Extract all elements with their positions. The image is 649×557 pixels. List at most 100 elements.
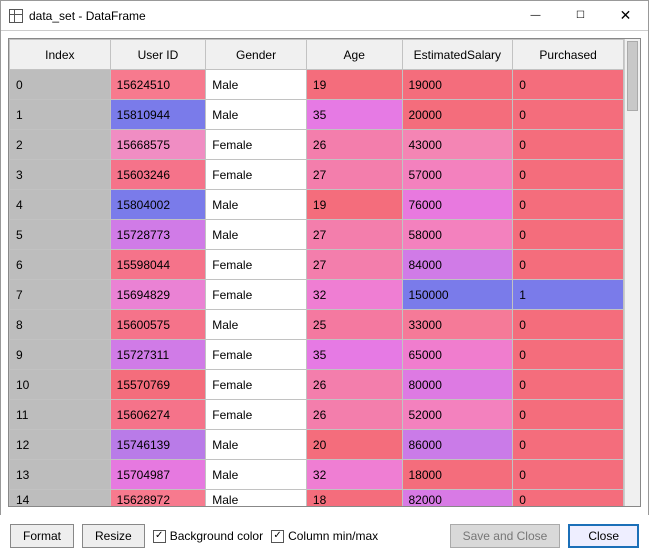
cell-gender[interactable]: Female: [206, 280, 307, 310]
cell-gender[interactable]: Female: [206, 400, 307, 430]
cell-purchased[interactable]: 0: [513, 430, 624, 460]
cell-purchased[interactable]: 0: [513, 400, 624, 430]
cell-age[interactable]: 27: [306, 220, 402, 250]
cell-gender[interactable]: Male: [206, 310, 307, 340]
col-header-userid[interactable]: User ID: [110, 40, 206, 70]
cell-salary[interactable]: 80000: [402, 370, 513, 400]
cell-gender[interactable]: Female: [206, 250, 307, 280]
cell-salary[interactable]: 150000: [402, 280, 513, 310]
cell-index[interactable]: 7: [10, 280, 111, 310]
col-header-gender[interactable]: Gender: [206, 40, 307, 70]
cell-purchased[interactable]: 0: [513, 220, 624, 250]
cell-index[interactable]: 1: [10, 100, 111, 130]
cell-userid[interactable]: 15668575: [110, 130, 206, 160]
cell-age[interactable]: 27: [306, 160, 402, 190]
cell-userid[interactable]: 15606274: [110, 400, 206, 430]
cell-age[interactable]: 35: [306, 100, 402, 130]
cell-age[interactable]: 32: [306, 280, 402, 310]
cell-index[interactable]: 6: [10, 250, 111, 280]
cell-gender[interactable]: Male: [206, 190, 307, 220]
close-button[interactable]: Close: [568, 524, 639, 548]
cell-userid[interactable]: 15600575: [110, 310, 206, 340]
cell-gender[interactable]: Male: [206, 70, 307, 100]
cell-gender[interactable]: Male: [206, 100, 307, 130]
col-header-age[interactable]: Age: [306, 40, 402, 70]
cell-salary[interactable]: 52000: [402, 400, 513, 430]
cell-gender[interactable]: Male: [206, 430, 307, 460]
format-button[interactable]: Format: [10, 524, 74, 548]
cell-userid[interactable]: 15727311: [110, 340, 206, 370]
cell-userid[interactable]: 15628972: [110, 490, 206, 507]
cell-purchased[interactable]: 0: [513, 370, 624, 400]
cell-age[interactable]: 26: [306, 370, 402, 400]
cell-gender[interactable]: Female: [206, 370, 307, 400]
cell-salary[interactable]: 58000: [402, 220, 513, 250]
background-color-checkbox[interactable]: ✓ Background color: [153, 529, 263, 543]
col-header-index[interactable]: Index: [10, 40, 111, 70]
col-header-salary[interactable]: EstimatedSalary: [402, 40, 513, 70]
cell-purchased[interactable]: 0: [513, 160, 624, 190]
col-header-purchased[interactable]: Purchased: [513, 40, 624, 70]
cell-purchased[interactable]: 0: [513, 490, 624, 507]
cell-age[interactable]: 19: [306, 190, 402, 220]
cell-purchased[interactable]: 0: [513, 100, 624, 130]
cell-gender[interactable]: Female: [206, 160, 307, 190]
cell-purchased[interactable]: 1: [513, 280, 624, 310]
cell-index[interactable]: 10: [10, 370, 111, 400]
cell-age[interactable]: 35: [306, 340, 402, 370]
cell-age[interactable]: 19: [306, 70, 402, 100]
cell-purchased[interactable]: 0: [513, 310, 624, 340]
cell-salary[interactable]: 19000: [402, 70, 513, 100]
cell-userid[interactable]: 15728773: [110, 220, 206, 250]
cell-index[interactable]: 11: [10, 400, 111, 430]
minimize-button[interactable]: —: [513, 1, 558, 30]
cell-index[interactable]: 4: [10, 190, 111, 220]
cell-age[interactable]: 32: [306, 460, 402, 490]
cell-userid[interactable]: 15704987: [110, 460, 206, 490]
cell-userid[interactable]: 15624510: [110, 70, 206, 100]
cell-index[interactable]: 9: [10, 340, 111, 370]
cell-gender[interactable]: Female: [206, 130, 307, 160]
cell-age[interactable]: 25: [306, 310, 402, 340]
cell-salary[interactable]: 86000: [402, 430, 513, 460]
cell-purchased[interactable]: 0: [513, 460, 624, 490]
cell-userid[interactable]: 15694829: [110, 280, 206, 310]
grid-viewport[interactable]: Index User ID Gender Age EstimatedSalary…: [9, 39, 624, 506]
cell-gender[interactable]: Female: [206, 340, 307, 370]
cell-age[interactable]: 18: [306, 490, 402, 507]
cell-userid[interactable]: 15598044: [110, 250, 206, 280]
cell-salary[interactable]: 20000: [402, 100, 513, 130]
cell-salary[interactable]: 43000: [402, 130, 513, 160]
cell-gender[interactable]: Male: [206, 220, 307, 250]
cell-age[interactable]: 26: [306, 400, 402, 430]
cell-userid[interactable]: 15570769: [110, 370, 206, 400]
cell-index[interactable]: 2: [10, 130, 111, 160]
column-minmax-checkbox[interactable]: ✓ Column min/max: [271, 529, 378, 543]
cell-index[interactable]: 14: [10, 490, 111, 507]
cell-salary[interactable]: 57000: [402, 160, 513, 190]
cell-purchased[interactable]: 0: [513, 130, 624, 160]
cell-salary[interactable]: 33000: [402, 310, 513, 340]
cell-gender[interactable]: Male: [206, 460, 307, 490]
maximize-button[interactable]: ☐: [558, 1, 603, 30]
cell-index[interactable]: 0: [10, 70, 111, 100]
cell-index[interactable]: 12: [10, 430, 111, 460]
cell-index[interactable]: 8: [10, 310, 111, 340]
cell-salary[interactable]: 18000: [402, 460, 513, 490]
cell-index[interactable]: 3: [10, 160, 111, 190]
cell-userid[interactable]: 15746139: [110, 430, 206, 460]
cell-userid[interactable]: 15810944: [110, 100, 206, 130]
resize-button[interactable]: Resize: [82, 524, 145, 548]
scrollbar-thumb[interactable]: [627, 41, 638, 111]
cell-purchased[interactable]: 0: [513, 190, 624, 220]
cell-age[interactable]: 20: [306, 430, 402, 460]
cell-userid[interactable]: 15804002: [110, 190, 206, 220]
cell-salary[interactable]: 65000: [402, 340, 513, 370]
cell-purchased[interactable]: 0: [513, 250, 624, 280]
vertical-scrollbar[interactable]: [624, 39, 640, 506]
cell-salary[interactable]: 82000: [402, 490, 513, 507]
cell-salary[interactable]: 76000: [402, 190, 513, 220]
cell-index[interactable]: 5: [10, 220, 111, 250]
close-window-button[interactable]: ✕: [603, 1, 648, 30]
cell-index[interactable]: 13: [10, 460, 111, 490]
